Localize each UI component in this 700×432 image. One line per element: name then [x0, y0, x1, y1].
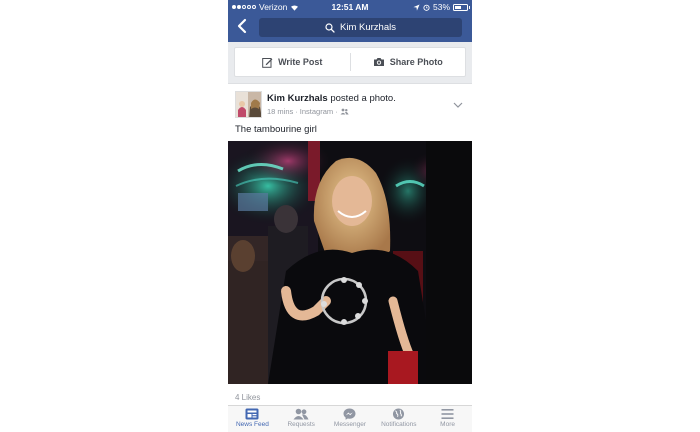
search-query: Kim Kurzhals [340, 22, 396, 33]
pencil-icon [262, 57, 273, 68]
globe-icon [393, 408, 405, 420]
meta-separator: · [295, 107, 298, 116]
phone-screen: Verizon 12:51 AM 53% Kim Kurzhals Write … [228, 0, 472, 432]
tab-label-messenger: Messenger [333, 421, 367, 428]
location-arrow-icon [413, 3, 420, 11]
tab-label-requests: Requests [287, 421, 315, 428]
top-navigation-bar: Verizon 12:51 AM 53% Kim Kurzhals [228, 0, 472, 42]
chevron-down-icon [453, 102, 463, 108]
post-action-text: posted a photo. [327, 93, 396, 104]
status-bar: Verizon 12:51 AM 53% [228, 0, 472, 13]
news-feed-icon [245, 408, 259, 420]
post-meta: 18 mins · Instagram · [267, 107, 349, 116]
messenger-icon [343, 408, 356, 420]
friend-requests-icon [293, 408, 309, 420]
bottom-tab-bar: News Feed Requests Messenger Notificatio… [228, 405, 472, 432]
battery-icon [453, 3, 470, 11]
profile-picture [236, 92, 261, 117]
battery-percent: 53% [432, 2, 450, 12]
status-right: 53% [413, 2, 470, 12]
share-photo-button[interactable]: Share Photo [351, 48, 466, 76]
tab-more[interactable]: More [423, 406, 472, 432]
likes-count[interactable]: 4 Likes [235, 393, 260, 402]
tab-label-notifications: Notifications [381, 421, 417, 428]
post-source: Instagram [299, 107, 334, 116]
meta-separator-2: · [335, 107, 338, 116]
tab-label-news-feed: News Feed [235, 421, 269, 428]
post-caption: The tambourine girl [235, 124, 317, 135]
composer-bar: Write Post Share Photo [234, 47, 466, 77]
write-post-label: Write Post [278, 57, 323, 67]
tab-messenger[interactable]: Messenger [326, 406, 375, 432]
tab-label-more: More [440, 421, 455, 428]
post-author-link[interactable]: Kim Kurzhals [267, 93, 328, 104]
tab-requests[interactable]: Requests [277, 406, 326, 432]
friends-audience-icon [340, 108, 349, 115]
post-header: Kim Kurzhals posted a photo. [267, 93, 396, 104]
post-photo[interactable] [228, 141, 472, 384]
chevron-left-icon [237, 18, 247, 34]
feed-post: Kim Kurzhals posted a photo. 18 mins · I… [228, 83, 472, 405]
tab-news-feed[interactable]: News Feed [228, 406, 277, 432]
post-options-button[interactable] [453, 95, 463, 113]
share-photo-label: Share Photo [389, 57, 443, 67]
search-bar[interactable]: Kim Kurzhals [259, 18, 462, 37]
alarm-clock-icon [423, 4, 430, 11]
back-button[interactable] [234, 17, 250, 35]
avatar[interactable] [235, 91, 262, 118]
menu-icon [441, 409, 454, 419]
tab-notifications[interactable]: Notifications [374, 406, 423, 432]
search-icon [325, 22, 335, 33]
write-post-button[interactable]: Write Post [235, 48, 350, 76]
post-time[interactable]: 18 mins [267, 107, 293, 116]
camera-icon [373, 58, 384, 66]
photo-image [228, 141, 472, 384]
